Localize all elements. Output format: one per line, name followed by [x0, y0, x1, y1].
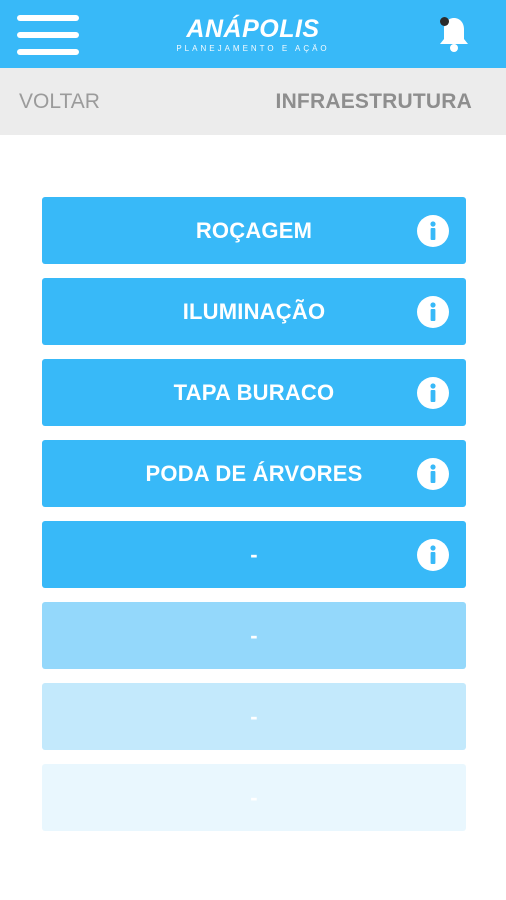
notification-dot	[440, 17, 449, 26]
back-button[interactable]: VOLTAR	[19, 90, 100, 114]
service-item-label: -	[250, 704, 258, 729]
app-logo: ANÁPOLIS Planejamento e Ação	[150, 14, 356, 56]
app-header: ANÁPOLIS Planejamento e Ação	[0, 0, 506, 68]
info-icon[interactable]	[417, 215, 449, 247]
service-item-label: -	[250, 623, 258, 648]
service-item-label: ROÇAGEM	[195, 218, 313, 243]
info-icon[interactable]	[417, 377, 449, 409]
service-item-label: TAPA BURACO	[173, 380, 335, 405]
service-item-disabled: -	[42, 683, 466, 750]
info-icon[interactable]	[417, 539, 449, 571]
service-item-label: ILUMINAÇÃO	[182, 299, 326, 324]
service-item-poda-de-arvores[interactable]: PODA DE ÁRVORES	[42, 440, 466, 507]
hamburger-menu-icon[interactable]	[17, 15, 79, 55]
navigation-bar: VOLTAR INFRAESTRUTURA	[0, 68, 506, 135]
service-item-label: -	[250, 785, 258, 810]
logo-subtitle: Planejamento e Ação	[176, 44, 330, 53]
info-icon[interactable]	[417, 458, 449, 490]
service-item-label: -	[250, 542, 258, 567]
service-item-placeholder[interactable]: -	[42, 521, 466, 588]
info-icon[interactable]	[417, 296, 449, 328]
service-item-iluminacao[interactable]: ILUMINAÇÃO	[42, 278, 466, 345]
service-item-rocagem[interactable]: ROÇAGEM	[42, 197, 466, 264]
service-item-label: PODA DE ÁRVORES	[145, 461, 363, 486]
service-item-disabled: -	[42, 764, 466, 831]
service-item-tapa-buraco[interactable]: TAPA BURACO	[42, 359, 466, 426]
service-item-disabled: -	[42, 602, 466, 669]
page-title: INFRAESTRUTURA	[275, 90, 472, 113]
logo-title: ANÁPOLIS	[186, 15, 320, 43]
